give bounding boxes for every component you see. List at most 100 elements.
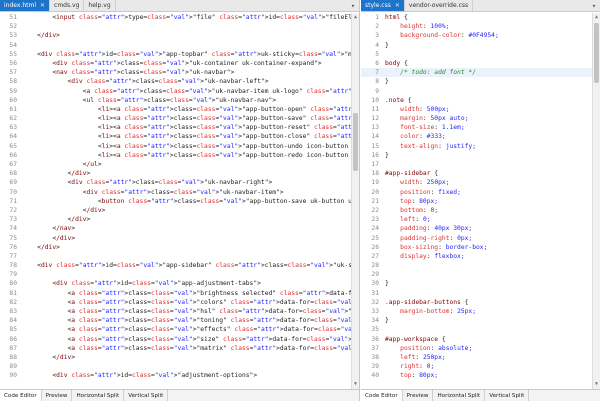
code-line[interactable]: 15 text-align: justify; — [361, 142, 592, 151]
code-line[interactable]: 16} — [361, 151, 592, 160]
view-tab-code-editor[interactable]: Code Editor — [0, 390, 42, 401]
code-line[interactable]: 86 <a class="attr">class=class="val">"si… — [0, 335, 351, 344]
code-line[interactable]: 80 <div class="attr">id=class="val">"app… — [0, 279, 351, 288]
code-line[interactable]: 18 #app-sidebar { — [361, 169, 592, 178]
code-line[interactable]: 84 <a class="attr">class=class="val">"to… — [0, 316, 351, 325]
code-line[interactable]: 4} — [361, 41, 592, 50]
scroll-up-icon[interactable]: ▲ — [352, 14, 359, 21]
code-line[interactable]: 83 <a class="attr">class=class="val">"hs… — [0, 307, 351, 316]
tab-list-icon[interactable]: ▾ — [588, 0, 600, 11]
code-line[interactable]: 33 margin-bottom: 25px; — [361, 307, 592, 316]
code-line[interactable]: 73 </div> — [0, 215, 351, 224]
vertical-scrollbar[interactable]: ▲ ▼ — [351, 13, 359, 389]
code-line[interactable]: 34} — [361, 316, 592, 325]
code-line[interactable]: 55 <div class="attr">id=class="val">"app… — [0, 50, 351, 59]
scrollbar-thumb[interactable] — [353, 113, 358, 171]
code-line[interactable]: 82 <a class="attr">class=class="val">"co… — [0, 298, 351, 307]
code-line[interactable]: 52 — [0, 22, 351, 31]
code-line[interactable]: 17 — [361, 160, 592, 169]
code-line[interactable]: 22 bottom: 0; — [361, 206, 592, 215]
code-line[interactable]: 40 top: 80px; — [361, 371, 592, 380]
code-line[interactable]: 28 — [361, 261, 592, 270]
code-line[interactable]: 1 html { — [361, 13, 592, 22]
code-line[interactable]: 88 </div> — [0, 353, 351, 362]
close-icon[interactable]: ✕ — [395, 2, 400, 9]
tab-cmds-vg[interactable]: cmds.vg — [50, 0, 85, 11]
code-line[interactable]: 10 .note { — [361, 96, 592, 105]
scroll-down-icon[interactable]: ▼ — [593, 381, 600, 388]
code-line[interactable]: 30} — [361, 279, 592, 288]
code-line[interactable]: 9 — [361, 87, 592, 96]
code-line[interactable]: 12 margin: 50px auto; — [361, 114, 592, 123]
code-line[interactable]: 31 — [361, 289, 592, 298]
code-line[interactable]: 90 <div class="attr">id=class="val">"adj… — [0, 371, 351, 380]
scroll-down-icon[interactable]: ▼ — [352, 381, 359, 388]
code-line[interactable]: 61 <li><a class="attr">class=class="val"… — [0, 105, 351, 114]
scrollbar-thumb[interactable] — [594, 23, 599, 83]
code-line[interactable]: 77 — [0, 252, 351, 261]
code-line[interactable]: 78 <div class="attr">id=class="val">"app… — [0, 261, 351, 270]
code-line[interactable]: 29 — [361, 270, 592, 279]
view-tab-preview[interactable]: Preview — [403, 390, 434, 401]
code-line[interactable]: 57 <nav class="attr">class=class="val">"… — [0, 68, 351, 77]
tab-help-vg[interactable]: help.vg — [84, 0, 116, 11]
code-line[interactable]: 53 </div> — [0, 31, 351, 40]
code-line[interactable]: 58 <div class="attr">class=class="val">"… — [0, 77, 351, 86]
view-tab-horizontal-split[interactable]: Horizontal Split — [433, 390, 486, 401]
code-line[interactable]: 51 <input class="attr">type=class="val">… — [0, 13, 351, 22]
code-line[interactable]: 74 </nav> — [0, 224, 351, 233]
view-tab-vertical-split[interactable]: Vertical Split — [124, 390, 169, 401]
code-line[interactable]: 14 color: #333; — [361, 132, 592, 141]
tab-vendor-override-css[interactable]: vendor-override.css — [405, 0, 474, 11]
code-line[interactable]: 56 <div class="attr">class=class="val">"… — [0, 59, 351, 68]
code-line[interactable]: 65 <li><a class="attr">class=class="val"… — [0, 142, 351, 151]
code-line[interactable]: 85 <a class="attr">class=class="val">"ef… — [0, 325, 351, 334]
code-line[interactable]: 59 <a class="attr">class=class="val">"uk… — [0, 87, 351, 96]
view-tab-preview[interactable]: Preview — [42, 390, 73, 401]
code-line[interactable]: 62 <li><a class="attr">class=class="val"… — [0, 114, 351, 123]
code-line[interactable]: 3 background-color: #0F4954; — [361, 31, 592, 40]
code-line[interactable]: 6 body { — [361, 59, 592, 68]
code-line[interactable]: 69 <div class="attr">class=class="val">"… — [0, 178, 351, 187]
code-line[interactable]: 89 — [0, 362, 351, 371]
code-line[interactable]: 72 </div> — [0, 206, 351, 215]
html-code-area[interactable]: 51 <input class="attr">type=class="val">… — [0, 13, 351, 389]
code-line[interactable]: 7 /* todo: add font */ — [361, 68, 592, 78]
code-line[interactable]: 79 — [0, 270, 351, 279]
code-line[interactable]: 2 height: 100%; — [361, 22, 592, 31]
code-line[interactable]: 35 — [361, 325, 592, 334]
code-line[interactable]: 68 </div> — [0, 169, 351, 178]
code-line[interactable]: 76 </div> — [0, 243, 351, 252]
code-line[interactable]: 23 left: 0; — [361, 215, 592, 224]
code-line[interactable]: 25 padding-right: 0px; — [361, 234, 592, 243]
code-line[interactable]: 21 top: 80px; — [361, 197, 592, 206]
code-line[interactable]: 81 <a class="attr">class=class="val">"br… — [0, 289, 351, 298]
code-line[interactable]: 67 </ul> — [0, 160, 351, 169]
view-tab-code-editor[interactable]: Code Editor — [361, 390, 403, 401]
code-line[interactable]: 27 display: flexbox; — [361, 252, 592, 261]
code-line[interactable]: 32 .app-sidebar-buttons { — [361, 298, 592, 307]
view-tab-horizontal-split[interactable]: Horizontal Split — [72, 390, 125, 401]
code-line[interactable]: 64 <li><a class="attr">class=class="val"… — [0, 132, 351, 141]
code-line[interactable]: 19 width: 250px; — [361, 178, 592, 187]
code-line[interactable]: 70 <div class="attr">class=class="val">"… — [0, 188, 351, 197]
code-line[interactable]: 87 <a class="attr">class=class="val">"ma… — [0, 344, 351, 353]
close-icon[interactable]: ✕ — [40, 2, 45, 9]
code-line[interactable]: 13 font-size: 1.1em; — [361, 123, 592, 132]
code-line[interactable]: 37 position: absolute; — [361, 344, 592, 353]
tab-index-html[interactable]: index.html ✕ — [0, 0, 51, 11]
code-line[interactable]: 54 — [0, 41, 351, 50]
code-line[interactable]: 75 </div> — [0, 234, 351, 243]
css-code-area[interactable]: 1 html {2 height: 100%; 3 background-color… — [361, 13, 592, 389]
code-line[interactable]: 5 — [361, 50, 592, 59]
code-line[interactable]: 20 position: fixed; — [361, 188, 592, 197]
code-line[interactable]: 63 <li><a class="attr">class=class="val"… — [0, 123, 351, 132]
code-line[interactable]: 71 <button class="attr">class=class="val… — [0, 197, 351, 206]
code-line[interactable]: 8} — [361, 77, 592, 86]
code-line[interactable]: 66 <li><a class="attr">class=class="val"… — [0, 151, 351, 160]
code-line[interactable]: 38 left: 250px; — [361, 353, 592, 362]
tab-list-icon[interactable]: ▾ — [347, 0, 359, 11]
view-tab-vertical-split[interactable]: Vertical Split — [485, 390, 530, 401]
code-line[interactable]: 39 right: 0; — [361, 362, 592, 371]
code-line[interactable]: 36 #app-workspace { — [361, 335, 592, 344]
